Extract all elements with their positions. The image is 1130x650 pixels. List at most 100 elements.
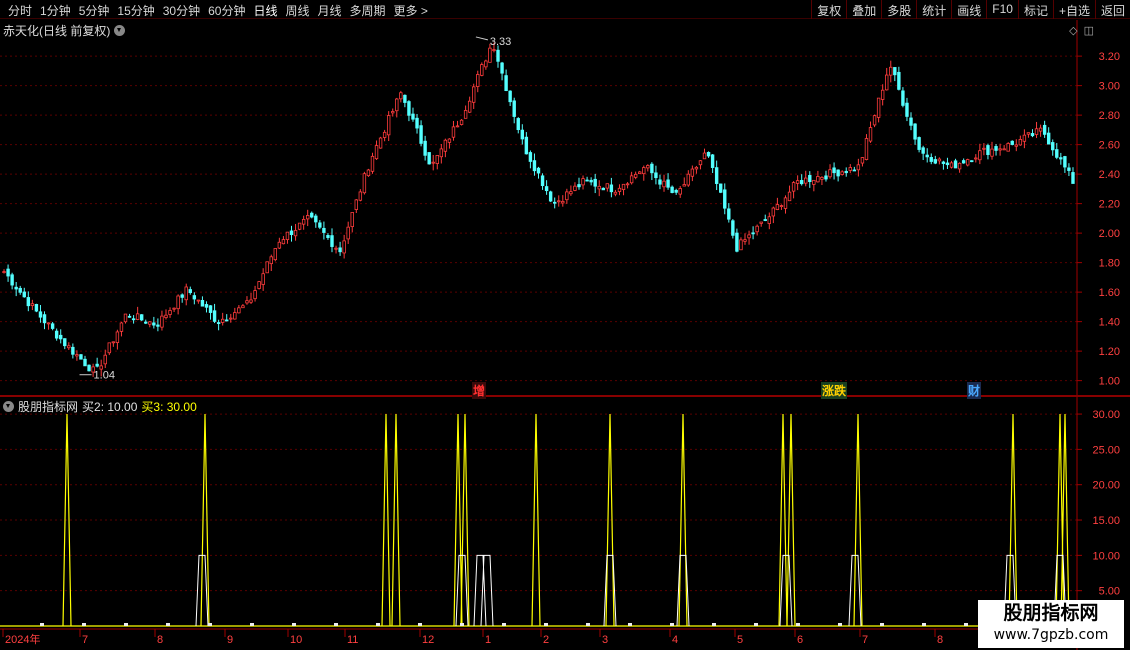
candle-body (225, 319, 229, 322)
baseline-marker (628, 623, 632, 626)
period-tabs: 分时 1分钟 5分钟 15分钟 30分钟 60分钟 日线 周线 月线 多周期 更多 > (4, 1, 432, 20)
candle-body (378, 137, 383, 149)
period-tab[interactable]: 周线 (281, 1, 313, 20)
candle-body (79, 354, 83, 360)
candle-body (289, 230, 294, 236)
period-tab[interactable]: 日线 (249, 1, 281, 20)
candle-body (301, 218, 306, 225)
toolbar-button[interactable]: 多股 (881, 0, 916, 19)
candle-body (443, 139, 448, 152)
candle-body (484, 60, 488, 68)
x-axis-label: 7 (862, 634, 868, 646)
period-tab[interactable]: 15分钟 (113, 1, 158, 20)
candle-body (83, 358, 87, 367)
toolbar-button[interactable]: 画线 (951, 0, 986, 19)
candle-body (111, 341, 116, 344)
candle-body (868, 127, 873, 142)
candle-body (46, 322, 51, 325)
baseline-marker (964, 623, 968, 626)
candle-body (937, 158, 942, 162)
candle-body (265, 261, 269, 274)
buy3-label: 买3: 30.00 (141, 400, 197, 414)
candle-body (87, 364, 91, 372)
candle-body (978, 150, 982, 161)
candle-body (909, 117, 913, 126)
toolbar-button[interactable]: 叠加 (846, 0, 881, 19)
candle-body (346, 226, 350, 240)
diamond-icon[interactable]: ◇ (1069, 24, 1077, 37)
candle-body (241, 305, 245, 309)
chevron-down-icon[interactable] (3, 401, 14, 412)
candle-body (229, 317, 233, 320)
toolbar-button[interactable]: 标记 (1017, 0, 1053, 19)
candle-body (824, 175, 828, 180)
candle-body (322, 227, 326, 233)
low-price-label: 1.04 (94, 370, 115, 382)
candle-body (435, 155, 439, 164)
baseline-marker (754, 623, 758, 626)
candle-body (245, 300, 249, 304)
toolbar-button[interactable]: 统计 (916, 0, 951, 19)
period-tab[interactable]: 1分钟 (36, 1, 75, 20)
period-tab[interactable]: 30分钟 (159, 1, 204, 20)
period-tab[interactable]: 更多 > (390, 1, 432, 20)
toolbar-button[interactable]: 返回 (1094, 0, 1130, 19)
candle-body (362, 173, 367, 194)
candle-body (386, 115, 391, 136)
period-tab[interactable]: 60分钟 (204, 1, 249, 20)
candle-body (423, 140, 427, 156)
toolbar-button[interactable]: 复权 (811, 0, 846, 19)
candle-body (719, 183, 723, 193)
candle-body (261, 273, 265, 285)
candle-body (739, 239, 743, 251)
event-marker[interactable]: 增 (472, 382, 487, 399)
period-tab[interactable]: 5分钟 (75, 1, 114, 20)
candle-body (557, 200, 561, 203)
candle-body (342, 240, 346, 254)
candle-body (804, 177, 808, 184)
candle-body (561, 201, 565, 204)
price-chart[interactable]: 3.20 3.00 2.80 2.60 2.40 2.20 2.00 1.80 1.60 1.40… (0, 20, 1130, 396)
panel-corner-icons: ◇ ◫ (1069, 24, 1094, 37)
candle-body (1014, 144, 1018, 147)
event-marker[interactable]: 财 (967, 382, 982, 399)
toolbar-button[interactable]: +自选 (1052, 0, 1095, 19)
candle-body (1034, 128, 1039, 135)
period-tab[interactable]: 月线 (314, 1, 346, 20)
candle-body (581, 178, 585, 186)
candle-body (63, 338, 67, 347)
toolbar-button[interactable]: F10 (986, 0, 1018, 19)
baseline-marker (40, 623, 44, 626)
candle-body (856, 164, 861, 171)
candle-body (59, 334, 63, 340)
baseline-marker (376, 623, 380, 626)
candle-body (957, 162, 962, 170)
indicator-y-tick-label: 25.00 (1092, 444, 1120, 456)
y-tick-label: 2.80 (1099, 110, 1120, 122)
site-watermark: 股朋指标网 www.7gpzb.com (978, 600, 1124, 648)
candle-body (889, 66, 893, 76)
candle-body (310, 212, 314, 218)
y-tick-label: 3.20 (1099, 51, 1120, 63)
candle-body (569, 191, 573, 195)
candle-body (573, 185, 577, 191)
period-tab[interactable]: 分时 (4, 1, 36, 20)
candle-body (1030, 133, 1035, 137)
candle-body (38, 311, 43, 318)
chevron-down-icon[interactable] (114, 25, 126, 36)
event-marker[interactable]: 涨跌 (821, 382, 848, 399)
candle-body (293, 230, 298, 237)
candle-body (135, 313, 140, 320)
candle-body (10, 274, 14, 286)
indicator-y-tick-label: 30.00 (1092, 409, 1120, 421)
candle-body (682, 184, 686, 187)
baseline-marker (82, 623, 86, 626)
candle-body (536, 167, 541, 174)
candle-body (71, 346, 75, 355)
window-toggle-icon[interactable]: ◫ (1084, 24, 1094, 37)
indicator-chart[interactable]: 30.00 25.00 20.00 15.00 10.00 5.00 2024年 7 8 9 10 1… (0, 397, 1130, 650)
candle-body (795, 180, 800, 184)
candle-body (844, 170, 848, 174)
period-tab[interactable]: 多周期 (346, 1, 390, 20)
candle-body (674, 189, 678, 193)
